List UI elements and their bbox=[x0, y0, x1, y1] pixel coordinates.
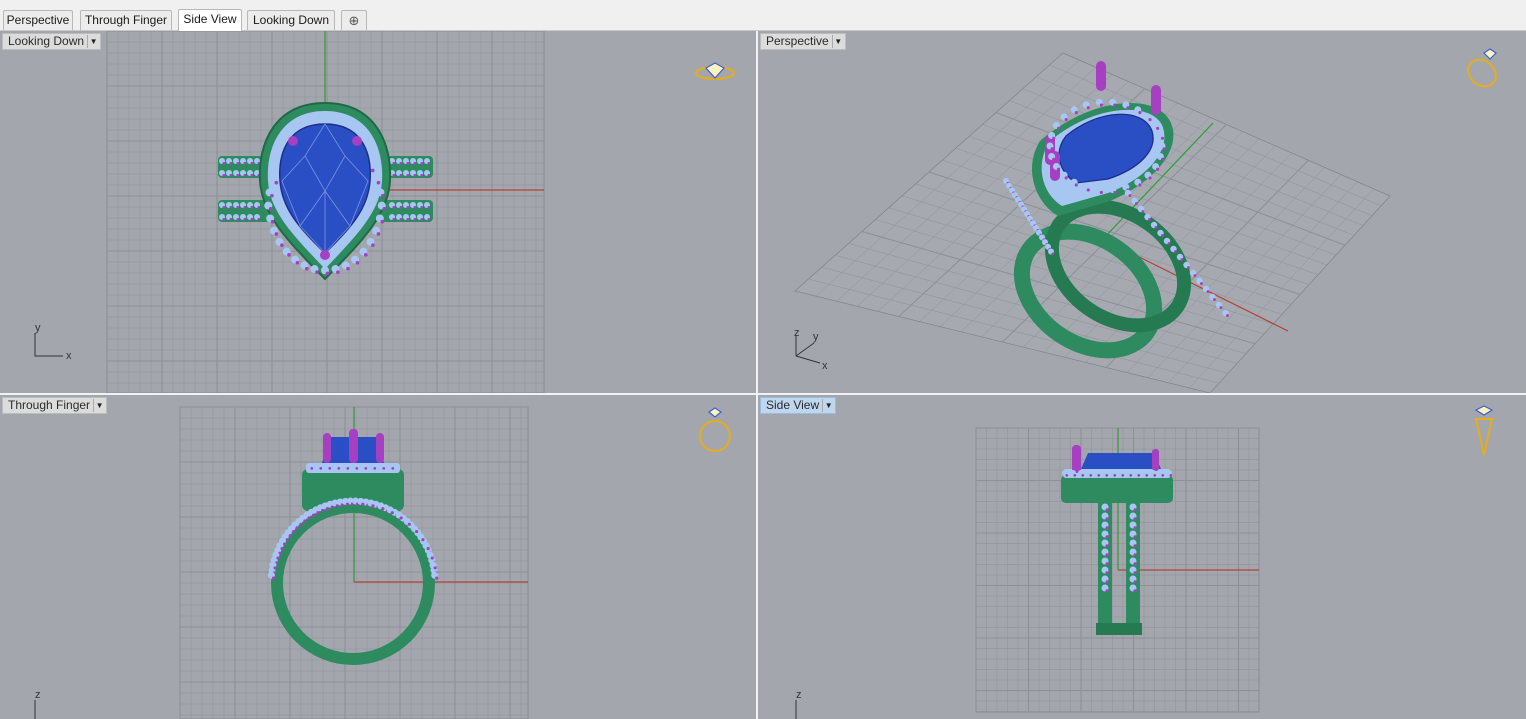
tab-perspective[interactable]: Perspective bbox=[3, 10, 73, 30]
plus-icon: ⊕ bbox=[348, 13, 360, 28]
through-finger-canvas: z bbox=[34, 406, 731, 719]
ring-view-icon[interactable] bbox=[699, 407, 731, 452]
axis-label-y: y bbox=[35, 322, 41, 334]
viewport-title-text: Looking Down bbox=[8, 34, 85, 48]
viewport-side-view[interactable]: z Side View ▼ bbox=[758, 395, 1526, 719]
viewport-through-finger[interactable]: z Through Finger ▼ bbox=[0, 395, 756, 719]
axis-label-z: z bbox=[35, 689, 41, 701]
axis-label-z: z bbox=[796, 689, 802, 701]
viewport-tab-bar: Perspective Through Finger Side View Loo… bbox=[0, 0, 1526, 31]
chevron-down-icon[interactable]: ▼ bbox=[87, 35, 99, 48]
chevron-down-icon[interactable]: ▼ bbox=[831, 35, 844, 48]
axis-label-x: x bbox=[66, 350, 72, 362]
viewport-title-text: Through Finger bbox=[8, 398, 91, 412]
viewport-title-looking-down[interactable]: Looking Down ▼ bbox=[2, 33, 102, 50]
axis-label-y: y bbox=[813, 331, 819, 343]
add-tab-button[interactable]: ⊕ bbox=[341, 10, 367, 30]
tab-through-finger[interactable]: Through Finger bbox=[80, 10, 172, 30]
viewport-title-side-view[interactable]: Side View ▼ bbox=[760, 397, 837, 414]
ring-view-icon[interactable] bbox=[1463, 48, 1501, 92]
viewport-title-text: Side View bbox=[766, 398, 820, 412]
viewport-divider-vertical[interactable] bbox=[756, 31, 758, 719]
ring-view-icon[interactable] bbox=[695, 62, 735, 80]
chevron-down-icon[interactable]: ▼ bbox=[93, 399, 105, 412]
viewport-title-text: Perspective bbox=[766, 34, 829, 48]
viewport-title-through-finger[interactable]: Through Finger ▼ bbox=[2, 397, 108, 414]
viewport-title-perspective[interactable]: Perspective ▼ bbox=[760, 33, 846, 50]
axis-indicator bbox=[34, 333, 63, 357]
viewport-divider-horizontal[interactable] bbox=[0, 393, 1526, 395]
side-view-canvas: z bbox=[795, 405, 1494, 719]
looking-down-canvas: y x bbox=[34, 31, 735, 393]
viewport-perspective[interactable]: z y x Perspective ▼ bbox=[758, 31, 1526, 393]
chevron-down-icon[interactable]: ▼ bbox=[822, 399, 834, 412]
perspective-canvas: z y x bbox=[794, 48, 1501, 393]
tab-side-view[interactable]: Side View bbox=[178, 9, 242, 31]
axis-label-x: x bbox=[822, 360, 828, 372]
tab-looking-down[interactable]: Looking Down bbox=[247, 10, 335, 30]
axis-label-z: z bbox=[794, 327, 800, 339]
ring-view-icon[interactable] bbox=[1474, 405, 1494, 456]
viewport-looking-down[interactable]: y x Looking Down ▼ bbox=[0, 31, 756, 393]
